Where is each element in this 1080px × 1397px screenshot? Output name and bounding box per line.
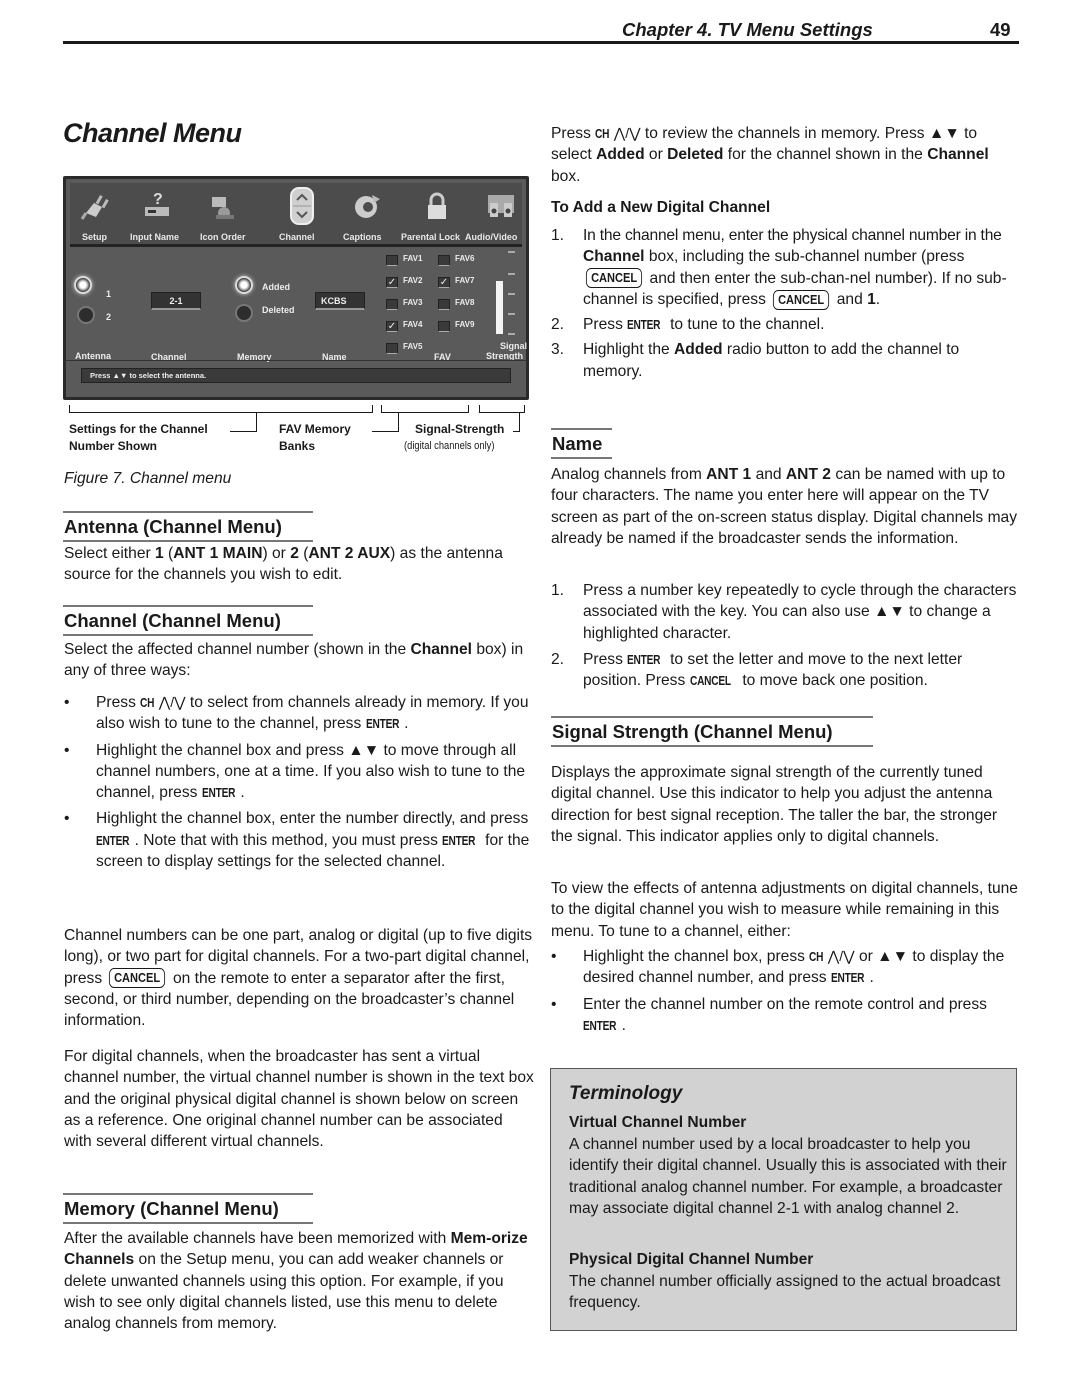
channel-updown-icon (290, 187, 314, 225)
memory-paragraph: After the available channels have been m… (64, 1230, 528, 1333)
name-steps: 1. Press a number key repeatedly to cycle… (551, 580, 1021, 691)
bracket-fav (381, 405, 469, 413)
figure-caption: Figure 7. Channel menu (64, 470, 232, 487)
menu-icon-label-captions: Captions (343, 232, 382, 242)
list-item: • Press CH ⋀/⋁ to select from channels al… (64, 694, 529, 733)
input-device-icon: ? (145, 191, 169, 216)
channel-methods-list: • Press CH ⋀/⋁ to select from channels al… (64, 692, 534, 872)
heading-antenna: Antenna (Channel Menu) (63, 511, 313, 542)
captions-icon (355, 195, 380, 218)
heading-name: Name (551, 428, 612, 459)
name-paragraph: Analog channels from ANT 1 and ANT 2 can… (551, 466, 1018, 547)
callout-signal-line1: Signal-Strength (415, 422, 505, 436)
camcorder-icon (212, 197, 234, 219)
term-physical-channel: Physical Digital Channel Number (569, 1251, 814, 1268)
channel-review-paragraph: Press CH ⋀/⋁ to review the channels in m… (551, 125, 989, 185)
list-item: • Highlight the channel box and press ▲▼ … (64, 741, 526, 802)
bracket-settings-stem (256, 413, 257, 431)
terminology-box: Terminology Virtual Channel Number A cha… (550, 1068, 1017, 1331)
menu-icon-bar: ? Setup Input Name Icon Order Channel Ca… (70, 183, 522, 247)
bracket-signal-leader (513, 431, 520, 432)
bracket-signal-stem (519, 413, 520, 431)
list-item: 2. Press ENTER to set the letter and move… (551, 650, 963, 690)
menu-icon-label-parental-lock: Parental Lock (401, 232, 461, 242)
heading-channel: Channel (Channel Menu) (63, 605, 313, 636)
bracket-settings-leader (230, 431, 257, 432)
ch-up-down-icon: ⋀/⋁ (613, 125, 641, 141)
list-item: • Highlight the channel box, press CH ⋀/⋁… (551, 948, 1005, 987)
list-item: 1. In the channel menu, enter the physica… (551, 227, 1007, 310)
subheading-add-digital: To Add a New Digital Channel (551, 199, 771, 216)
signal-tune-list: • Highlight the channel box, press CH ⋀/⋁… (551, 946, 1021, 1036)
antenna-paragraph: Select either 1 (ANT 1 MAIN) or 2 (ANT 2… (64, 545, 503, 584)
menu-icon-label-setup: Setup (82, 232, 108, 242)
def-physical-channel: The channel number officially assigned t… (569, 1273, 1001, 1312)
list-item: • Highlight the channel box, enter the nu… (64, 810, 530, 871)
plug-icon (80, 195, 109, 220)
signal-paragraph-1: Displays the approximate signal strength… (551, 764, 998, 845)
cancel-key-icon: CANCEL (109, 968, 166, 989)
cancel-key-icon: CANCEL (585, 268, 643, 289)
chapter-title: Chapter 4. TV Menu Settings (622, 19, 873, 40)
page-title: Channel Menu (63, 118, 242, 148)
callout-signal-line2: (digital channels only) (404, 440, 495, 452)
menu-icon-label-audio-video: Audio/Video (465, 232, 518, 242)
menu-icon-label-input-name: Input Name (130, 232, 180, 242)
digital-channels-paragraph: For digital channels, when the broadcast… (64, 1048, 534, 1151)
signal-paragraph-2: To view the effects of antenna adjustmen… (551, 880, 1018, 940)
header-rule (63, 41, 1019, 44)
page-number: 49 (990, 19, 1011, 40)
channel-numbers-paragraph: Channel numbers can be one part, analog … (64, 927, 533, 1030)
list-item: 2. Press ENTER to tune to the channel. (551, 316, 825, 334)
ch-up-down-icon: ⋀/⋁ (158, 694, 186, 710)
term-virtual-channel: Virtual Channel Number (569, 1114, 747, 1131)
heading-signal-strength: Signal Strength (Channel Menu) (551, 716, 873, 747)
cancel-key-icon: CANCEL (773, 289, 830, 310)
terminology-title: Terminology (569, 1083, 683, 1104)
heading-memory: Memory (Channel Menu) (63, 1193, 313, 1224)
list-item: 1. Press a number key repeatedly to cycle… (551, 582, 1017, 642)
list-item: 3. Highlight the Added radio button to ad… (551, 341, 960, 380)
bracket-fav-stem (398, 413, 399, 431)
callout-fav-line2: Banks (279, 439, 316, 453)
bracket-fav-leader (372, 431, 399, 432)
speakers-icon (488, 195, 514, 217)
padlock-icon (428, 192, 446, 219)
channel-menu-figure: ? Setup Input Name Icon Order Channel Ca… (63, 176, 529, 400)
bracket-signal (479, 405, 525, 413)
def-virtual-channel: A channel number used by a local broadca… (569, 1136, 1007, 1217)
svg-text:?: ? (153, 191, 163, 208)
ch-up-down-icon: ⋀/⋁ (827, 948, 855, 964)
callout-settings-line1: Settings for the Channel (69, 422, 208, 436)
menu-icon-label-icon-order: Icon Order (200, 232, 246, 242)
add-digital-steps: 1. In the channel menu, enter the physica… (551, 225, 1021, 382)
callout-settings-line2: Number Shown (69, 439, 158, 453)
callout-fav-line1: FAV Memory (279, 422, 351, 436)
menu-icon-label-channel: Channel (279, 232, 315, 242)
channel-intro-paragraph: Select the affected channel number (show… (64, 641, 524, 680)
bracket-settings (69, 405, 373, 413)
list-item: • Enter the channel number on the remote … (551, 995, 987, 1034)
